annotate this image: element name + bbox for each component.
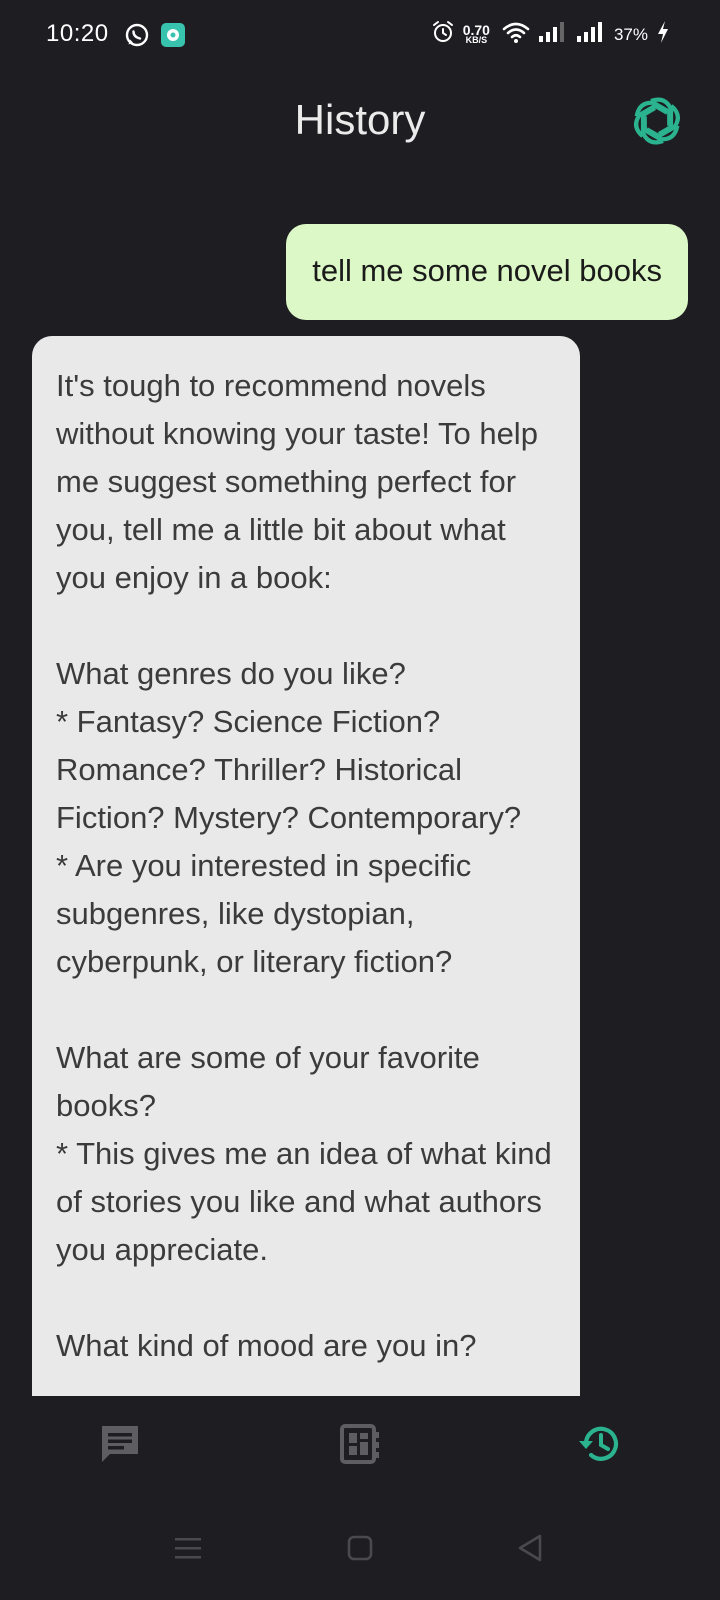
nav-chat-button[interactable]	[84, 1410, 156, 1482]
net-speed: 0.70 KB/S	[462, 21, 490, 45]
alarm-icon	[431, 20, 455, 49]
assistant-message-bubble[interactable]: It's tough to recommend novels without k…	[32, 336, 580, 1396]
status-right: 0.70 KB/S 37%	[431, 20, 670, 49]
charging-icon	[656, 20, 670, 49]
page-title: History	[294, 96, 426, 143]
net-speed-value: 0.70	[462, 21, 490, 38]
openai-logo-icon[interactable]	[630, 94, 684, 148]
app-header: History	[0, 80, 720, 160]
app-notification-icon	[160, 22, 186, 53]
whatsapp-icon	[124, 22, 150, 53]
chat-history-list[interactable]: tell me some novel books It's tough to r…	[0, 200, 720, 1396]
signal-icon	[538, 20, 568, 49]
battery-percent: 37%	[613, 24, 648, 44]
status-bar: 10:20 0.70 KB/S 37%	[0, 0, 720, 72]
back-icon	[516, 1533, 544, 1568]
home-icon	[346, 1534, 374, 1567]
history-icon	[577, 1421, 623, 1472]
menu-icon	[173, 1535, 203, 1566]
bottom-navigation	[0, 1396, 720, 1496]
wifi-icon	[502, 20, 530, 49]
status-time: 10:20	[46, 20, 109, 47]
user-message-bubble[interactable]: tell me some novel books	[286, 224, 688, 320]
nav-history-button[interactable]	[564, 1410, 636, 1482]
dashboard-icon	[338, 1422, 382, 1471]
chat-icon	[98, 1422, 142, 1471]
notification-icons	[124, 22, 186, 53]
app-screen: 10:20 0.70 KB/S 37% History tell me some…	[0, 0, 720, 1600]
system-back-button[interactable]	[506, 1526, 554, 1574]
system-navigation	[0, 1500, 720, 1600]
nav-dashboard-button[interactable]	[324, 1410, 396, 1482]
net-speed-unit: KB/S	[465, 34, 488, 45]
system-menu-button[interactable]	[164, 1526, 212, 1574]
system-home-button[interactable]	[336, 1526, 384, 1574]
signal-icon-2	[576, 20, 606, 49]
